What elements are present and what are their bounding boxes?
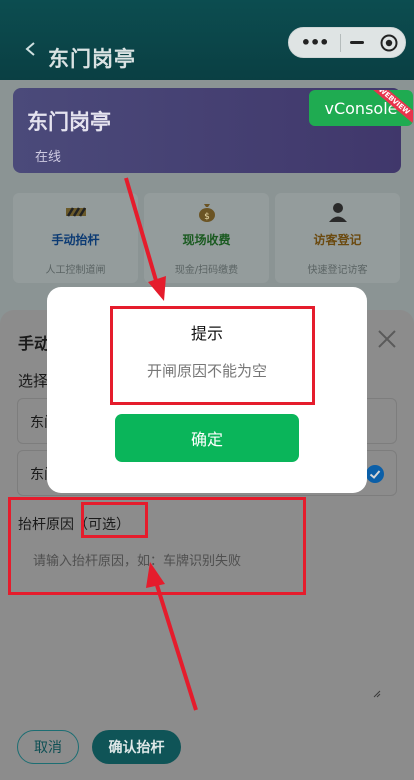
quick-action-manual-lift[interactable]: 手动抬杆 人工控制道闸	[13, 193, 138, 283]
quick-action-label: 访客登记	[313, 233, 362, 247]
annotation-box-reason	[8, 497, 306, 595]
quick-action-label: 手动抬杆	[51, 233, 100, 247]
visitor-icon	[328, 203, 347, 222]
vconsole-button[interactable]: vConsole WEBVIEW	[309, 90, 413, 126]
close-miniprogram-icon[interactable]	[373, 34, 405, 52]
annotation-box-dialog	[110, 306, 315, 405]
select-gate-label: 选择	[18, 372, 49, 390]
check-icon	[366, 465, 384, 483]
close-icon[interactable]	[376, 328, 398, 350]
dialog-ok-button[interactable]: 确定	[115, 414, 299, 462]
quick-action-visitor[interactable]: 访客登记 快速登记访客	[275, 193, 400, 283]
money-bag-icon: $	[198, 204, 215, 222]
back-arrow-icon[interactable]	[24, 42, 38, 56]
minimize-icon[interactable]	[341, 41, 372, 44]
resize-handle-icon[interactable]	[371, 688, 381, 698]
more-menu-icon[interactable]: •••	[289, 33, 340, 52]
quick-action-desc: 现金/扫码缴费	[174, 265, 239, 276]
quick-action-label: 现场收费	[182, 233, 231, 247]
mini-program-capsule: •••	[288, 27, 406, 58]
quick-action-desc: 人工控制道闸	[45, 265, 106, 276]
cancel-button[interactable]: 取消	[17, 730, 79, 764]
station-name: 东门岗亭	[27, 110, 111, 134]
quick-action-desc: 快速登记访客	[307, 265, 368, 276]
station-status: 在线	[35, 150, 62, 165]
quick-action-onsite-fee[interactable]: $ 现场收费 现金/扫码缴费	[144, 193, 269, 283]
nav-bar: 东门岗亭 •••	[0, 0, 414, 80]
quick-actions: 手动抬杆 人工控制道闸 $ 现场收费 现金/扫码缴费 访客登记 快速登记访客	[13, 193, 401, 283]
sheet-title: 手动	[18, 334, 51, 353]
barrier-icon	[65, 207, 86, 217]
confirm-lift-button[interactable]: 确认抬杆	[92, 730, 181, 764]
page-title: 东门岗亭	[48, 47, 136, 71]
annotation-box-optional	[81, 502, 148, 538]
svg-text:$: $	[204, 212, 210, 222]
